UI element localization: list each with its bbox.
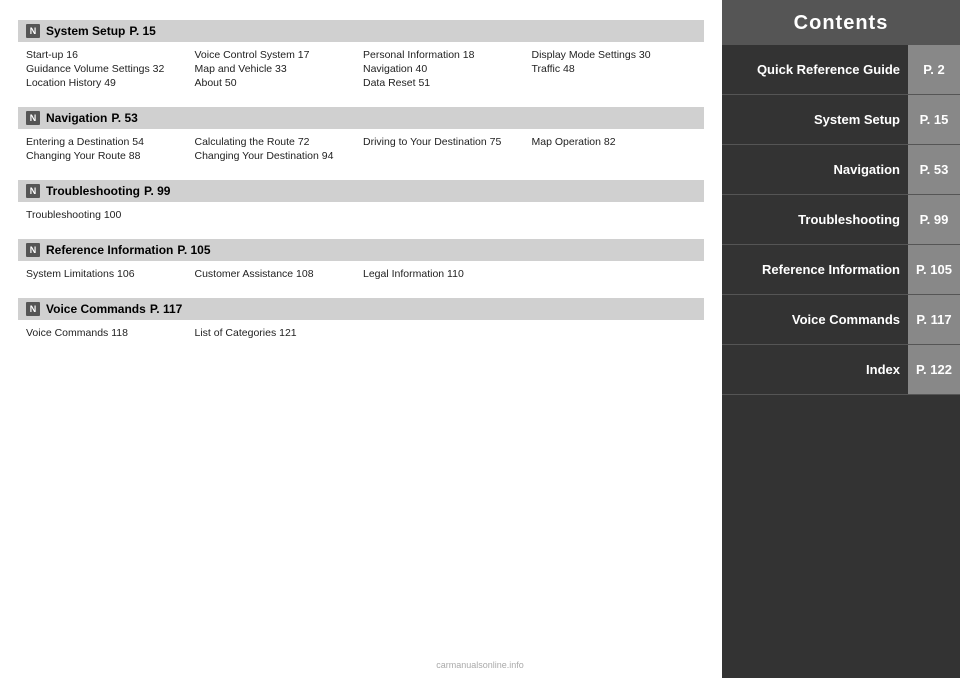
section-col-1: Customer Assistance 108 bbox=[195, 268, 360, 280]
sidebar: Contents Quick Reference GuideP. 2System… bbox=[722, 0, 960, 678]
sidebar-item-6[interactable]: IndexP. 122 bbox=[722, 345, 960, 395]
content-item: Voice Control System 17 bbox=[195, 49, 360, 61]
content-item: About 50 bbox=[195, 77, 360, 89]
sidebar-item-1[interactable]: System SetupP. 15 bbox=[722, 95, 960, 145]
section-reference-information: N Reference Information P. 105 System Limit… bbox=[18, 239, 704, 284]
section-page: P. 117 bbox=[150, 302, 182, 316]
sidebar-item-3[interactable]: TroubleshootingP. 99 bbox=[722, 195, 960, 245]
content-item: Entering a Destination 54 bbox=[26, 136, 191, 148]
sidebar-item-label: Navigation bbox=[722, 162, 908, 177]
section-system-setup: N System Setup P. 15 Start-up 16 Guidance Vo… bbox=[18, 20, 704, 93]
content-item: Data Reset 51 bbox=[363, 77, 528, 89]
section-voice-commands: N Voice Commands P. 117 Voice Commands 118 L… bbox=[18, 298, 704, 343]
section-col-2 bbox=[363, 327, 528, 339]
section-header-reference-information: N Reference Information P. 105 bbox=[18, 239, 704, 261]
section-header-troubleshooting: N Troubleshooting P. 99 bbox=[18, 180, 704, 202]
section-content-reference-information: System Limitations 106 Customer Assistanc… bbox=[18, 266, 704, 284]
content-item: List of Categories 121 bbox=[195, 327, 360, 339]
content-item: Voice Commands 118 bbox=[26, 327, 191, 339]
section-icon: N bbox=[26, 302, 40, 316]
sidebar-item-page: P. 2 bbox=[908, 45, 960, 94]
sidebar-item-2[interactable]: NavigationP. 53 bbox=[722, 145, 960, 195]
sidebar-item-page: P. 122 bbox=[908, 345, 960, 394]
section-content-system-setup: Start-up 16 Guidance Volume Settings 32 Lo… bbox=[18, 47, 704, 93]
section-icon: N bbox=[26, 184, 40, 198]
sidebar-item-0[interactable]: Quick Reference GuideP. 2 bbox=[722, 45, 960, 95]
section-title: Voice Commands bbox=[46, 302, 146, 316]
section-title: Navigation bbox=[46, 111, 107, 125]
section-col-1: Voice Control System 17 Map and Vehicle 3… bbox=[195, 49, 360, 89]
section-col-2: Legal Information 110 bbox=[363, 268, 528, 280]
section-content-voice-commands: Voice Commands 118 List of Categories 121 bbox=[18, 325, 704, 343]
content-item: Legal Information 110 bbox=[363, 268, 528, 280]
content-item: Navigation 40 bbox=[363, 63, 528, 75]
section-col-3 bbox=[532, 268, 697, 280]
content-item: Start-up 16 bbox=[26, 49, 191, 61]
content-item: Location History 49 bbox=[26, 77, 191, 89]
section-col-3 bbox=[532, 209, 697, 221]
sidebar-item-page: P. 15 bbox=[908, 95, 960, 144]
section-icon: N bbox=[26, 111, 40, 125]
content-item: Customer Assistance 108 bbox=[195, 268, 360, 280]
section-col-3: Map Operation 82 bbox=[532, 136, 697, 162]
section-page: P. 53 bbox=[111, 111, 137, 125]
sidebar-item-label: System Setup bbox=[722, 112, 908, 127]
section-col-0: Entering a Destination 54 Changing Your R… bbox=[26, 136, 191, 162]
watermark: carmanualsonline.info bbox=[436, 660, 524, 670]
section-page: P. 15 bbox=[129, 24, 155, 38]
sidebar-item-page: P. 53 bbox=[908, 145, 960, 194]
section-col-0: Start-up 16 Guidance Volume Settings 32 Lo… bbox=[26, 49, 191, 89]
section-header-system-setup: N System Setup P. 15 bbox=[18, 20, 704, 42]
section-header-voice-commands: N Voice Commands P. 117 bbox=[18, 298, 704, 320]
section-troubleshooting: N Troubleshooting P. 99 Troubleshooting 100 bbox=[18, 180, 704, 225]
sidebar-item-label: Troubleshooting bbox=[722, 212, 908, 227]
content-item: Guidance Volume Settings 32 bbox=[26, 63, 191, 75]
section-col-3 bbox=[532, 327, 697, 339]
section-col-1: List of Categories 121 bbox=[195, 327, 360, 339]
section-col-2: Driving to Your Destination 75 bbox=[363, 136, 528, 162]
content-item: Display Mode Settings 30 bbox=[532, 49, 697, 61]
section-col-2 bbox=[363, 209, 528, 221]
section-col-1: Calculating the Route 72 Changing Your De… bbox=[195, 136, 360, 162]
content-item: Calculating the Route 72 bbox=[195, 136, 360, 148]
content-item: Changing Your Destination 94 bbox=[195, 150, 360, 162]
sidebar-item-5[interactable]: Voice CommandsP. 117 bbox=[722, 295, 960, 345]
sidebar-item-4[interactable]: Reference InformationP. 105 bbox=[722, 245, 960, 295]
section-content-troubleshooting: Troubleshooting 100 bbox=[18, 207, 704, 225]
content-item: Map Operation 82 bbox=[532, 136, 697, 148]
sidebar-item-page: P. 105 bbox=[908, 245, 960, 294]
section-header-navigation: N Navigation P. 53 bbox=[18, 107, 704, 129]
sidebar-item-label: Quick Reference Guide bbox=[722, 62, 908, 77]
section-title: Troubleshooting bbox=[46, 184, 140, 198]
sidebar-item-label: Reference Information bbox=[722, 262, 908, 277]
section-col-2: Personal Information 18 Navigation 40 Data… bbox=[363, 49, 528, 89]
content-item: System Limitations 106 bbox=[26, 268, 191, 280]
main-content: N System Setup P. 15 Start-up 16 Guidance Vo… bbox=[0, 0, 722, 678]
section-title: Reference Information bbox=[46, 243, 173, 257]
sidebar-title: Contents bbox=[722, 0, 960, 45]
content-item: Personal Information 18 bbox=[363, 49, 528, 61]
section-icon: N bbox=[26, 243, 40, 257]
section-title: System Setup bbox=[46, 24, 125, 38]
content-item: Map and Vehicle 33 bbox=[195, 63, 360, 75]
section-page: P. 105 bbox=[177, 243, 210, 257]
section-page: P. 99 bbox=[144, 184, 170, 198]
content-item: Driving to Your Destination 75 bbox=[363, 136, 528, 148]
section-col-0: Voice Commands 118 bbox=[26, 327, 191, 339]
section-icon: N bbox=[26, 24, 40, 38]
section-col-1 bbox=[195, 209, 360, 221]
section-content-navigation: Entering a Destination 54 Changing Your R… bbox=[18, 134, 704, 166]
sidebar-item-page: P. 117 bbox=[908, 295, 960, 344]
sidebar-item-label: Index bbox=[722, 362, 908, 377]
section-col-0: Troubleshooting 100 bbox=[26, 209, 191, 221]
section-col-0: System Limitations 106 bbox=[26, 268, 191, 280]
content-item: Traffic 48 bbox=[532, 63, 697, 75]
content-item: Changing Your Route 88 bbox=[26, 150, 191, 162]
content-item: Troubleshooting 100 bbox=[26, 209, 191, 221]
section-navigation: N Navigation P. 53 Entering a Destination 5… bbox=[18, 107, 704, 166]
sidebar-item-page: P. 99 bbox=[908, 195, 960, 244]
section-col-3: Display Mode Settings 30 Traffic 48 bbox=[532, 49, 697, 89]
sidebar-item-label: Voice Commands bbox=[722, 312, 908, 327]
